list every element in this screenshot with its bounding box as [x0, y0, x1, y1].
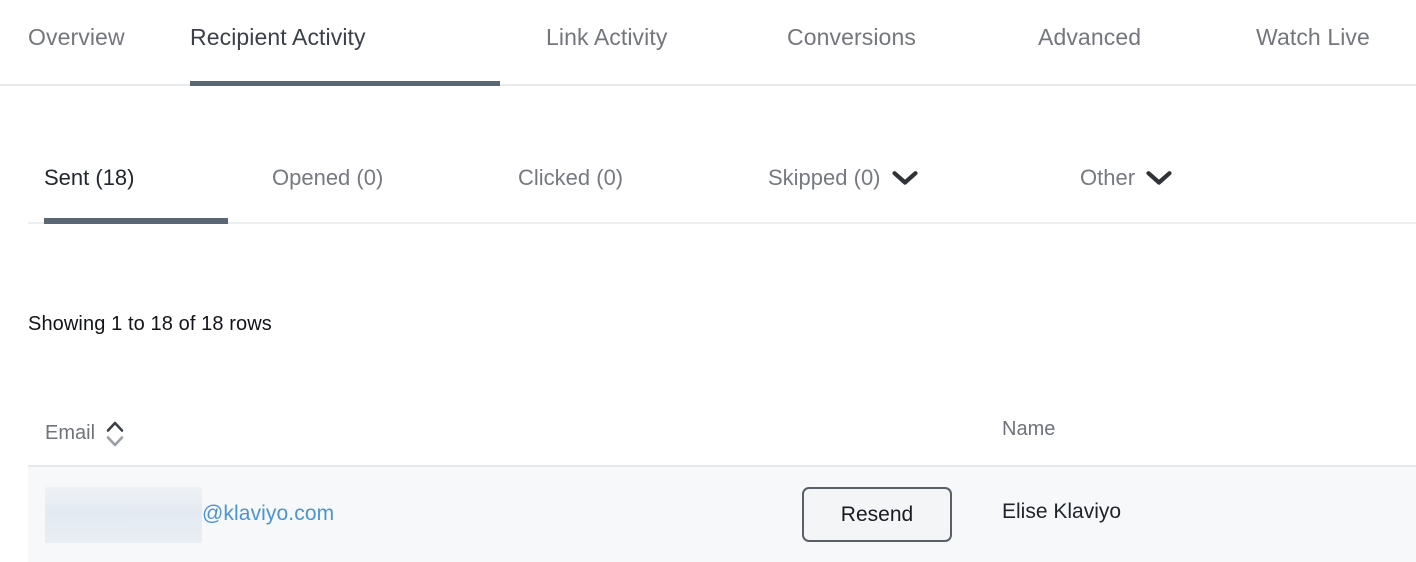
- sub-tab-skipped-0[interactable]: Skipped (0): [768, 148, 992, 224]
- cell-name: Elise Klaviyo: [1002, 500, 1122, 523]
- tab-label: Advanced: [1038, 24, 1142, 50]
- sub-tab-label: Skipped (0): [768, 165, 881, 190]
- email-domain-link[interactable]: @klaviyo.com: [202, 502, 334, 526]
- tab-label: Conversions: [787, 24, 916, 50]
- sub-tab-label: Other: [1080, 165, 1136, 190]
- sub-tab-clicked-0[interactable]: Clicked (0): [518, 148, 678, 224]
- active-tab-underline: [190, 81, 500, 86]
- primary-tab-bar: Overview Recipient Activity Link Activity C…: [0, 0, 1416, 86]
- cell-email: @klaviyo.com: [45, 487, 334, 543]
- column-header-label: Name: [1002, 418, 1056, 440]
- sub-tab-label: Clicked (0): [518, 165, 624, 190]
- chevron-down-icon[interactable]: [1146, 170, 1172, 186]
- sub-tab-other[interactable]: Other: [1080, 148, 1230, 224]
- tab-label: Recipient Activity: [190, 24, 366, 50]
- tab-link-activity[interactable]: Link Activity: [546, 0, 694, 86]
- tab-recipient-activity[interactable]: Recipient Activity: [190, 0, 500, 86]
- showing-rows-label: Showing 1 to 18 of 18 rows: [28, 313, 272, 335]
- sub-tab-label: Opened (0): [272, 165, 384, 190]
- tab-label: Overview: [28, 24, 125, 50]
- tab-watch-live[interactable]: Watch Live: [1256, 0, 1392, 86]
- recipient-activity-table: Email Name @klaviyo.com Resend Elise Klaviy…: [28, 404, 1416, 562]
- tab-advanced[interactable]: Advanced: [1038, 0, 1160, 86]
- table-row: @klaviyo.com Resend Elise Klaviyo: [28, 467, 1416, 562]
- redacted-email-prefix: [45, 487, 202, 543]
- resend-button[interactable]: Resend: [802, 487, 952, 542]
- table-header-row: Email Name: [28, 404, 1416, 467]
- chevron-down-icon[interactable]: [891, 170, 918, 186]
- tab-overview[interactable]: Overview: [28, 0, 144, 86]
- tab-conversions[interactable]: Conversions: [787, 0, 943, 86]
- sub-tab-sent-18[interactable]: Sent (18): [44, 148, 228, 224]
- active-sub-tab-underline: [44, 218, 228, 224]
- sub-tab-opened-0[interactable]: Opened (0): [272, 148, 440, 224]
- recipient-activity-sub-tab-bar: Sent (18) Opened (0) Clicked (0) Skipped (0…: [28, 148, 1416, 224]
- sub-tab-label: Sent (18): [44, 165, 135, 190]
- sort-updown-icon[interactable]: [105, 419, 125, 449]
- column-header-name: Name: [1002, 418, 1055, 441]
- tab-label: Watch Live: [1256, 24, 1370, 50]
- column-header-label: Email: [45, 421, 96, 444]
- column-header-email[interactable]: Email: [45, 418, 125, 448]
- tab-label: Link Activity: [546, 24, 668, 50]
